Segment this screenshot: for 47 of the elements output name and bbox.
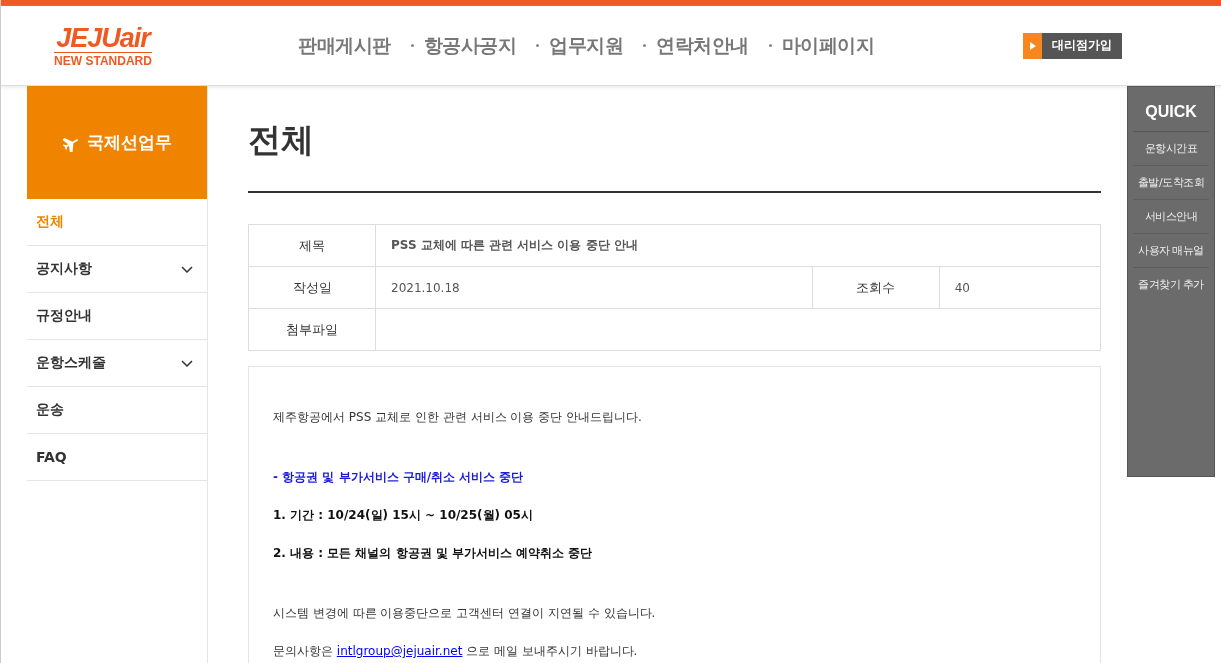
nav-link[interactable]: 업무지원 bbox=[549, 32, 623, 59]
field-label: 첨부파일 bbox=[248, 308, 376, 351]
nav-separator-icon bbox=[410, 44, 414, 47]
page-title: 전체 bbox=[248, 119, 315, 161]
field-label: 조회수 bbox=[812, 266, 940, 309]
field-label: 작성일 bbox=[248, 266, 376, 309]
sidebar-item[interactable]: 규정안내 bbox=[27, 293, 207, 340]
sidebar-item-label: 운송 bbox=[36, 401, 64, 419]
sidebar-item-label: 공지사항 bbox=[36, 260, 92, 278]
body-heading: - 항공권 및 부가서비스 구매/취소 서비스 중단 bbox=[273, 469, 524, 485]
quick-menu-title: QUICK bbox=[1133, 87, 1209, 132]
body-text: 시스템 변경에 따른 이용중단으로 고객센터 연결이 지연될 수 있습니다. bbox=[273, 605, 656, 621]
sidebar-item-label: 규정안내 bbox=[36, 307, 92, 325]
body-text: 2. 내용 : 모든 채널의 항공권 및 부가서비스 예약취소 중단 bbox=[273, 545, 593, 561]
field-label: 제목 bbox=[248, 224, 376, 267]
nav-separator-icon bbox=[768, 44, 772, 47]
sidebar-item-label: 운항스케줄 bbox=[36, 354, 106, 372]
nav-separator-icon bbox=[643, 44, 646, 47]
nav-link[interactable]: 마이페이지 bbox=[781, 32, 874, 59]
quick-menu-link[interactable]: 사용자 매뉴얼 bbox=[1133, 234, 1209, 268]
play-icon bbox=[1029, 41, 1036, 50]
sidebar-item[interactable]: 운항스케줄 bbox=[27, 340, 207, 387]
post-date: 2021.10.18 bbox=[375, 266, 813, 309]
sidebar-item[interactable]: 운송 bbox=[27, 387, 207, 434]
sidebar-item-label: 전체 bbox=[36, 213, 64, 231]
quick-menu-link[interactable]: 운항시간표 bbox=[1133, 132, 1209, 166]
sidebar-item[interactable]: 전체 bbox=[27, 199, 207, 246]
nav-link[interactable]: 연락처안내 bbox=[656, 32, 749, 59]
join-button[interactable]: 대리점가입 bbox=[1023, 32, 1122, 59]
quick-menu-link[interactable]: 출발/도착조회 bbox=[1133, 166, 1209, 200]
body-text: 문의사항은 intlgroup@jejuair.net 으로 메일 보내주시기 바랍니다. bbox=[273, 643, 638, 659]
post-title: PSS 교체에 따른 관련 서비스 이용 중단 안내 bbox=[375, 224, 1101, 267]
sidebar-item[interactable]: 공지사항 bbox=[27, 246, 207, 293]
logo-tagline: NEW STANDARD bbox=[54, 53, 152, 68]
nav-separator-icon bbox=[536, 44, 539, 47]
sidebar-item-label: FAQ bbox=[36, 449, 67, 465]
body-text: 제주항공에서 PSS 교체로 인한 관련 서비스 이용 중단 안내드립니다. bbox=[273, 409, 642, 425]
email-link[interactable]: intlgroup@jejuair.net bbox=[336, 644, 463, 658]
quick-menu-link[interactable]: 즐겨찾기 추가 bbox=[1133, 268, 1209, 301]
sidebar-item[interactable]: FAQ bbox=[27, 434, 207, 481]
sidebar-title: 국제선업무 bbox=[86, 131, 172, 154]
quick-menu-link[interactable]: 서비스안내 bbox=[1133, 200, 1209, 234]
logo-wordmark[interactable]: JEJUair bbox=[54, 23, 152, 53]
nav-link[interactable]: 판매게시판 bbox=[298, 32, 391, 59]
nav-link[interactable]: 항공사공지 bbox=[423, 32, 516, 59]
body-text: 1. 기간 : 10/24(일) 15시 ~ 10/25(월) 05시 bbox=[273, 507, 533, 523]
view-count: 40 bbox=[939, 266, 1101, 309]
